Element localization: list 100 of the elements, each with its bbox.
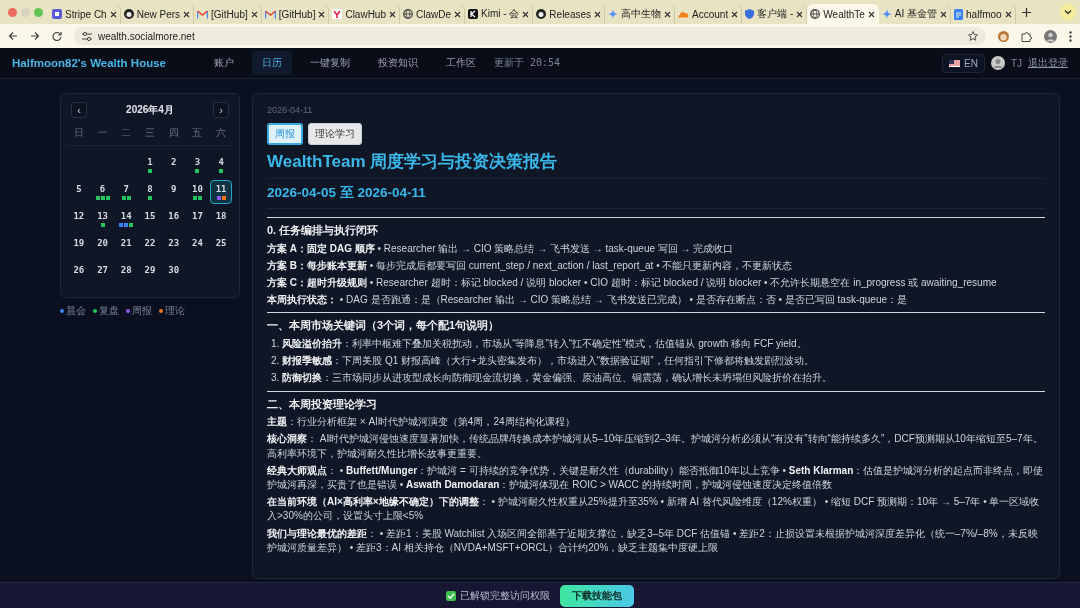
calendar-day[interactable]: 3 [186, 153, 209, 177]
address-bar[interactable]: wealth.socialmore.net [74, 27, 986, 45]
calendar-day[interactable]: 18 [210, 207, 232, 231]
calendar-day[interactable]: 9 [162, 180, 185, 204]
section-heading: 0. 任务编排与执行闭环 [267, 223, 380, 239]
calendar-day[interactable]: 14 [115, 207, 138, 231]
calendar-day[interactable]: 19 [68, 234, 90, 258]
report-paragraph: 方案 B：每步账本更新 • 每步完成后都要写回 current_step / next_action / last_report_at • 不能只更新内容，不更新状态 [267, 258, 794, 273]
weekday-label: 日 [67, 126, 91, 146]
close-icon[interactable] [454, 10, 461, 18]
calendar-day[interactable]: 12 [68, 207, 90, 231]
globe-icon [403, 9, 413, 19]
tab-title: Stripe Ch [65, 8, 107, 20]
calendar-day[interactable]: 8 [139, 180, 161, 204]
report-title: WealthTeam 周度学习与投资决策报告 [267, 150, 1045, 180]
close-icon[interactable] [250, 10, 258, 18]
tab-title: [GitHub] [278, 8, 316, 20]
calendar-day[interactable]: 6 [91, 180, 114, 204]
calendar-day[interactable]: 25 [210, 234, 232, 258]
month-title: 2026年4月 [126, 103, 174, 117]
calendar-day[interactable]: 7 [115, 180, 138, 204]
calendar-day[interactable]: 17 [186, 207, 209, 231]
close-icon[interactable] [867, 10, 875, 18]
close-icon[interactable] [940, 10, 948, 18]
nav-tab[interactable]: 投资知识 [368, 51, 428, 75]
language-button[interactable]: EN [942, 53, 985, 73]
envelope-favicon-icon [264, 9, 276, 19]
section-heading: 一、本周市场关键词（3个词，每个配1句说明） [267, 318, 501, 334]
calendar-day[interactable]: 21 [115, 234, 138, 258]
browser-tab[interactable]: WealthTe [807, 4, 879, 24]
report-paragraph: 核心洞察： AI时代护城河侵蚀速度显著加快，传统品牌/转换成本护城河从5–10年压缩到2–3年。护城河分析必须从“有没有”转向“能持续多久”，DCF预测期从10年缩短至5–7年。高利率环境下，护城河耐久性比增长故事更重要。 [267, 432, 1044, 461]
logout-link[interactable]: 退出登录 [1028, 56, 1068, 70]
nav-tab[interactable]: 一键复制 [300, 51, 360, 75]
star-icon[interactable] [968, 31, 978, 41]
profile-avatar-icon[interactable] [1044, 29, 1057, 43]
chevron-down-icon[interactable] [1060, 4, 1076, 20]
next-month-button[interactable]: › [213, 102, 229, 118]
calendar-day[interactable]: 11 [210, 180, 232, 204]
calendar-day[interactable]: 26 [68, 261, 90, 285]
close-icon[interactable] [594, 10, 602, 18]
calendar-day[interactable]: 20 [91, 234, 114, 258]
calendar-day[interactable]: 28 [115, 261, 138, 285]
date-range-heading: 2026-04-05 至 2026-04-11 [267, 185, 1045, 210]
calendar-day[interactable]: 16 [162, 207, 185, 231]
calendar-day[interactable]: 10 [186, 180, 209, 204]
nav-tab[interactable]: 账户 [204, 51, 244, 75]
close-icon[interactable] [318, 10, 326, 18]
close-icon[interactable] [796, 10, 804, 18]
tab-title: WealthTe [823, 8, 865, 20]
calendar-day[interactable]: 15 [139, 207, 161, 231]
tab-title: 高中生物 [621, 7, 662, 21]
calendar-day[interactable]: 23 [162, 234, 185, 258]
more-vertical-icon[interactable] [1069, 30, 1072, 42]
calendar-day[interactable]: 5 [68, 180, 90, 204]
tab-title: Releases [549, 8, 592, 20]
calendar-day[interactable]: 30 [162, 261, 185, 285]
close-icon[interactable] [389, 10, 396, 18]
calendar-day[interactable]: 24 [186, 234, 209, 258]
shield-icon [745, 9, 755, 19]
report-tab[interactable]: 理论学习 [308, 122, 362, 145]
nav-tab[interactable]: 日历 [252, 51, 292, 75]
weekday-label: 五 [185, 126, 210, 146]
calendar-day[interactable]: 22 [139, 234, 161, 258]
calendar-day[interactable]: 2 [162, 153, 185, 177]
calendar-day[interactable]: 4 [210, 153, 232, 177]
back-arrow-icon[interactable] [8, 31, 18, 41]
report-paragraph: 主题：行业分析框架 × AI时代护城河演变（第4周，24周结构化课程） [267, 415, 576, 430]
legend-label: 周报 [132, 304, 152, 318]
weekday-label: 三 [138, 126, 162, 146]
close-icon[interactable] [183, 10, 191, 18]
close-dot-icon[interactable] [8, 7, 17, 17]
nav-tab[interactable]: 工作区 [436, 51, 486, 75]
calendar-day[interactable]: 1 [139, 153, 161, 177]
weekday-label: 四 [161, 126, 186, 146]
maximize-dot-icon[interactable] [34, 7, 43, 17]
updated-time: 更新于 20:54 [494, 56, 561, 70]
y-favicon-icon [332, 9, 343, 19]
close-icon[interactable] [731, 10, 739, 18]
download-button[interactable]: 下载技能包 [560, 584, 634, 607]
previous-month-button[interactable]: ‹ [71, 102, 87, 118]
forward-arrow-icon[interactable] [30, 31, 40, 41]
list-item: 1. 风险溢价抬升：利率中枢难下叠加关税扰动，市场从“等降息”转入“扛不确定性”模式，估值锚从 growth 移向 FCF yield。 [270, 337, 808, 352]
cloud-icon [678, 10, 690, 18]
calendar-day[interactable]: 13 [91, 207, 114, 231]
reload-icon[interactable] [52, 31, 62, 41]
site-title: Halfmoon82's Wealth House [12, 57, 166, 69]
close-icon[interactable] [1004, 10, 1012, 18]
calendar-day[interactable]: 29 [139, 261, 161, 285]
report-paragraph: 本周执行状态： • DAG 是否跑通：是（Researcher 输出 → CIO 策略总结 → 飞书发送已完成） • 是否存在断点：否 • 是否已写回 task-queue：是 [267, 293, 908, 308]
report-paragraph: 我们与理论最优的差距： • 差距1：美股 Watchlist 入场区间全部基于近期支撑位，缺乏3–5年 DCF 估值锚 • 差距2：止损设置未根据护城河深度差异化（统一–7%/–8%，未反映护城河质量差异） • 差距3：AI 相关持仓（NVDA+MSFT+ORCL）合计约20%，缺乏主题集中度硬上限 [267, 526, 1039, 555]
tab-title: Account [692, 8, 729, 20]
plus-icon[interactable] [1021, 7, 1031, 17]
close-icon[interactable] [664, 10, 672, 18]
calendar-day[interactable]: 27 [91, 261, 114, 285]
close-icon[interactable] [522, 10, 530, 18]
list-item: 2. 财报季敏感：下周美股 Q1 财报高峰（大行+龙头密集发布），市场进入“数据验证期”，任何指引下修都将触发剧烈波动。 [270, 354, 815, 369]
puzzle-icon[interactable] [1021, 30, 1032, 42]
legend-label: 复盘 [99, 304, 119, 318]
close-icon[interactable] [109, 10, 117, 18]
tab-title: halfmoo [966, 8, 1002, 20]
